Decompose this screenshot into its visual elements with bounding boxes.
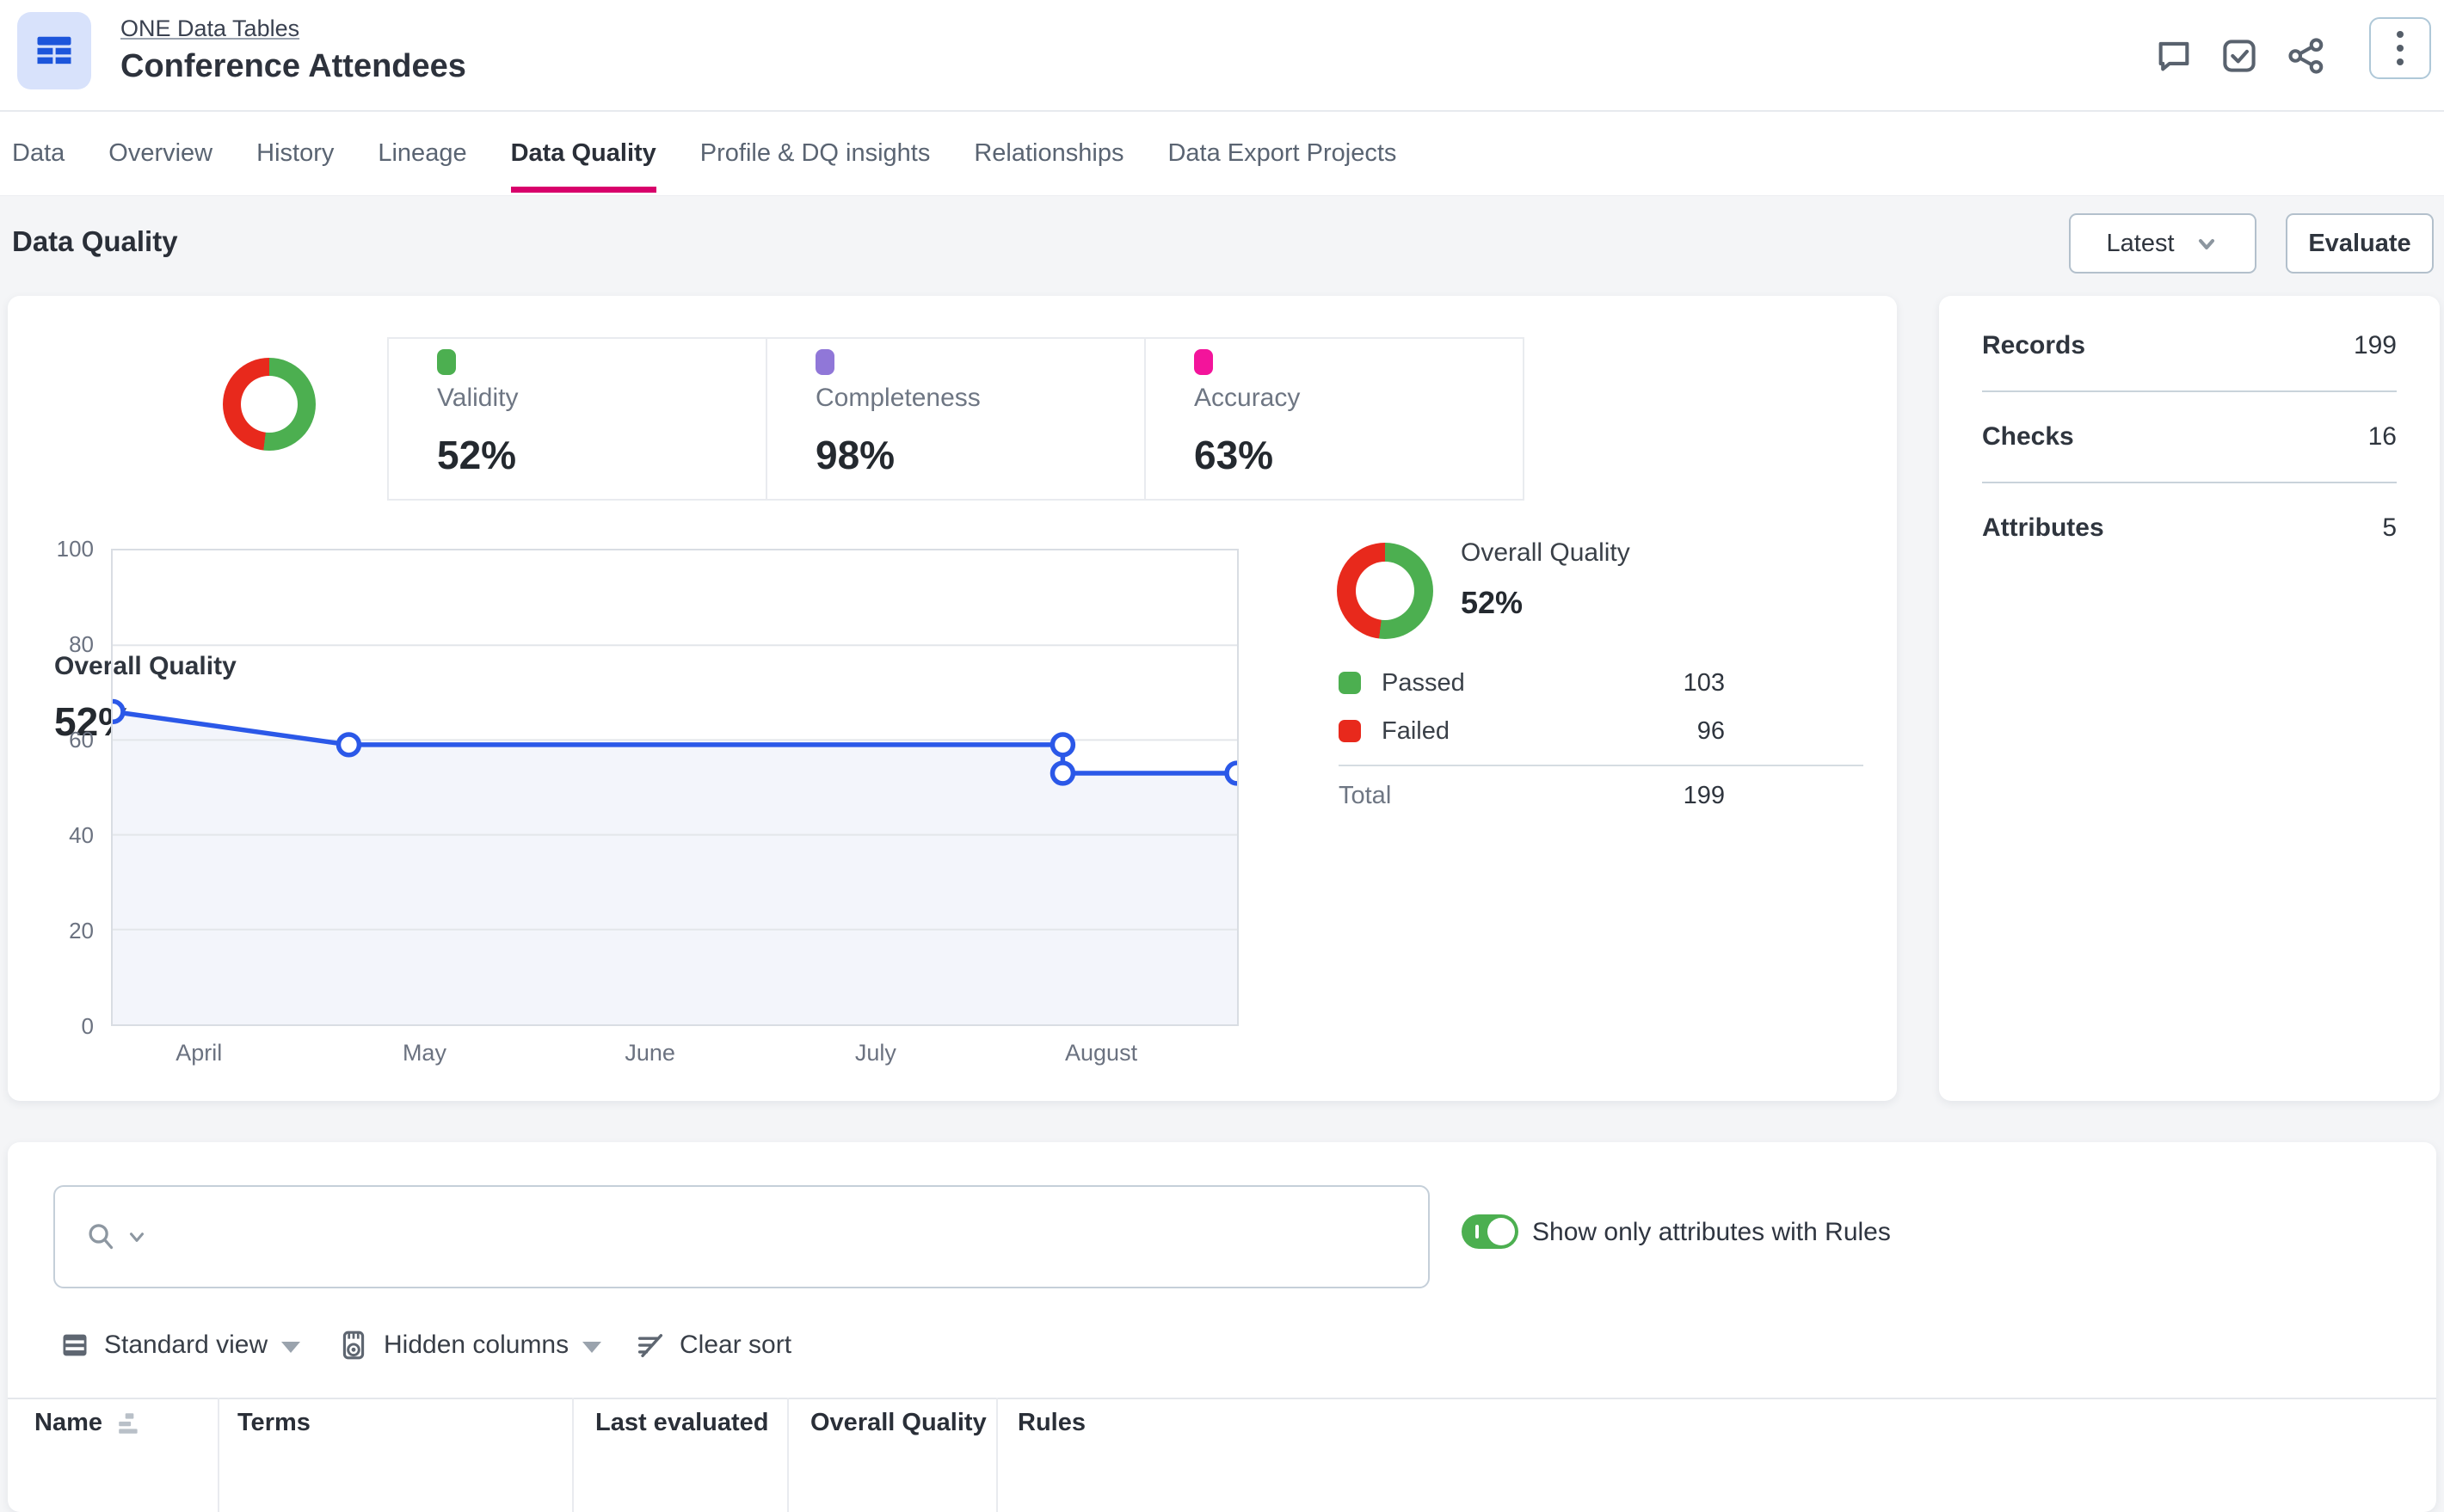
column-header-last-evaluated[interactable]: Last evaluated	[595, 1409, 768, 1437]
trend-chart	[111, 549, 1239, 1026]
data-quality-overview-card: Overall Quality 52% Validity 52% Complet…	[8, 296, 1897, 1101]
rules-filter-label: Show only attributes with Rules	[1532, 1218, 1891, 1247]
tab-data-export-projects[interactable]: Data Export Projects	[1167, 112, 1396, 196]
dataset-summary-card: Records 199 Checks 16 Attributes 5	[1939, 296, 2440, 1101]
tab-bar: Data Overview History Lineage Data Quali…	[0, 112, 2444, 196]
search-scope-chevron-icon[interactable]	[126, 1226, 148, 1248]
tasks-checkbox-button[interactable]	[2218, 34, 2261, 77]
tab-relationships[interactable]: Relationships	[974, 112, 1124, 196]
standard-view-dropdown[interactable]: Standard view	[59, 1325, 300, 1366]
x-tick-label: May	[403, 1040, 446, 1066]
legend-failed-row: Failed 96	[1339, 714, 1725, 748]
share-button[interactable]	[2285, 34, 2328, 77]
legend-total-row: Total 199	[1339, 778, 1725, 813]
y-tick-label: 60	[8, 727, 94, 753]
metric-card-completeness: Completeness 98%	[766, 337, 1146, 501]
chevron-down-icon	[582, 1342, 601, 1353]
search-input[interactable]	[165, 1187, 1428, 1287]
kebab-menu-icon	[2397, 31, 2404, 38]
y-tick-label: 40	[8, 822, 94, 849]
passed-swatch-icon	[1339, 672, 1361, 694]
accuracy-dot-icon	[1194, 349, 1213, 375]
evaluate-button[interactable]: Evaluate	[2286, 213, 2434, 274]
rules-filter-toggle[interactable]	[1462, 1214, 1518, 1249]
metric-card-validity: Validity 52%	[387, 337, 767, 501]
divider	[1982, 390, 2397, 392]
tab-lineage[interactable]: Lineage	[378, 112, 466, 196]
hidden-columns-dropdown[interactable]: Hidden columns	[337, 1325, 601, 1366]
tab-data-quality[interactable]: Data Quality	[511, 112, 656, 196]
trend-chart-x-axis: April May June July August	[111, 1040, 1239, 1074]
x-tick-label: July	[855, 1040, 896, 1066]
tab-overview[interactable]: Overview	[108, 112, 212, 196]
section-title: Data Quality	[12, 225, 178, 258]
attributes-table-card: Show only attributes with Rules Standard…	[8, 1142, 2436, 1512]
chevron-down-icon	[2194, 230, 2219, 256]
page-title-entity: Conference Attendees	[120, 48, 466, 85]
attribute-search	[53, 1185, 1430, 1288]
completeness-dot-icon	[816, 349, 834, 375]
column-header-name[interactable]: Name	[34, 1409, 142, 1437]
legend-divider	[1339, 765, 1863, 766]
table-view-icon	[59, 1330, 90, 1361]
chevron-down-icon	[281, 1342, 300, 1353]
hidden-columns-icon	[337, 1329, 370, 1361]
records-row: Records 199	[1982, 329, 2397, 363]
data-table-tile	[17, 12, 91, 89]
table-header-border	[8, 1398, 2436, 1399]
breakdown-value: 52%	[1461, 585, 1523, 621]
trend-chart-y-axis: 020406080100	[8, 549, 94, 1026]
overall-quality-donut	[223, 358, 316, 451]
metric-card-accuracy: Accuracy 63%	[1144, 337, 1524, 501]
version-dropdown-label: Latest	[2107, 230, 2175, 258]
x-tick-label: June	[625, 1040, 675, 1066]
top-bar: ONE Data Tables Conference Attendees	[0, 0, 2444, 112]
y-tick-label: 20	[8, 918, 94, 944]
y-tick-label: 80	[8, 631, 94, 658]
divider	[1982, 482, 2397, 483]
column-separator	[218, 1398, 219, 1512]
search-icon	[84, 1220, 117, 1253]
table-icon	[32, 28, 77, 73]
breadcrumb[interactable]: ONE Data Tables	[120, 15, 299, 42]
column-header-rules[interactable]: Rules	[1018, 1409, 1086, 1437]
column-separator	[787, 1398, 789, 1512]
column-header-overall-quality[interactable]: Overall Quality	[810, 1409, 987, 1437]
failed-swatch-icon	[1339, 720, 1361, 742]
breakdown-donut	[1337, 543, 1433, 639]
breakdown-title: Overall Quality	[1461, 538, 1630, 568]
x-tick-label: April	[175, 1040, 222, 1066]
clear-sort-button[interactable]: Clear sort	[635, 1325, 791, 1366]
column-separator	[996, 1398, 998, 1512]
y-tick-label: 100	[8, 536, 94, 562]
version-dropdown[interactable]: Latest	[2069, 213, 2256, 274]
dimension-metrics: Validity 52% Completeness 98% Accuracy 6…	[387, 337, 1526, 501]
checks-row: Checks 16	[1982, 420, 2397, 454]
column-separator	[572, 1398, 574, 1512]
x-tick-label: August	[1065, 1040, 1137, 1066]
legend-passed-row: Passed 103	[1339, 666, 1725, 700]
clear-sort-icon	[635, 1330, 666, 1361]
attributes-row: Attributes 5	[1982, 511, 2397, 545]
tab-profile-dq-insights[interactable]: Profile & DQ insights	[700, 112, 931, 196]
tab-data[interactable]: Data	[12, 112, 65, 196]
validity-dot-icon	[437, 349, 456, 375]
sort-icon	[116, 1412, 142, 1435]
tab-history[interactable]: History	[256, 112, 334, 196]
kebab-menu-button[interactable]	[2369, 17, 2431, 79]
comment-button[interactable]	[2152, 34, 2195, 77]
column-header-terms[interactable]: Terms	[237, 1409, 311, 1437]
y-tick-label: 0	[8, 1013, 94, 1040]
